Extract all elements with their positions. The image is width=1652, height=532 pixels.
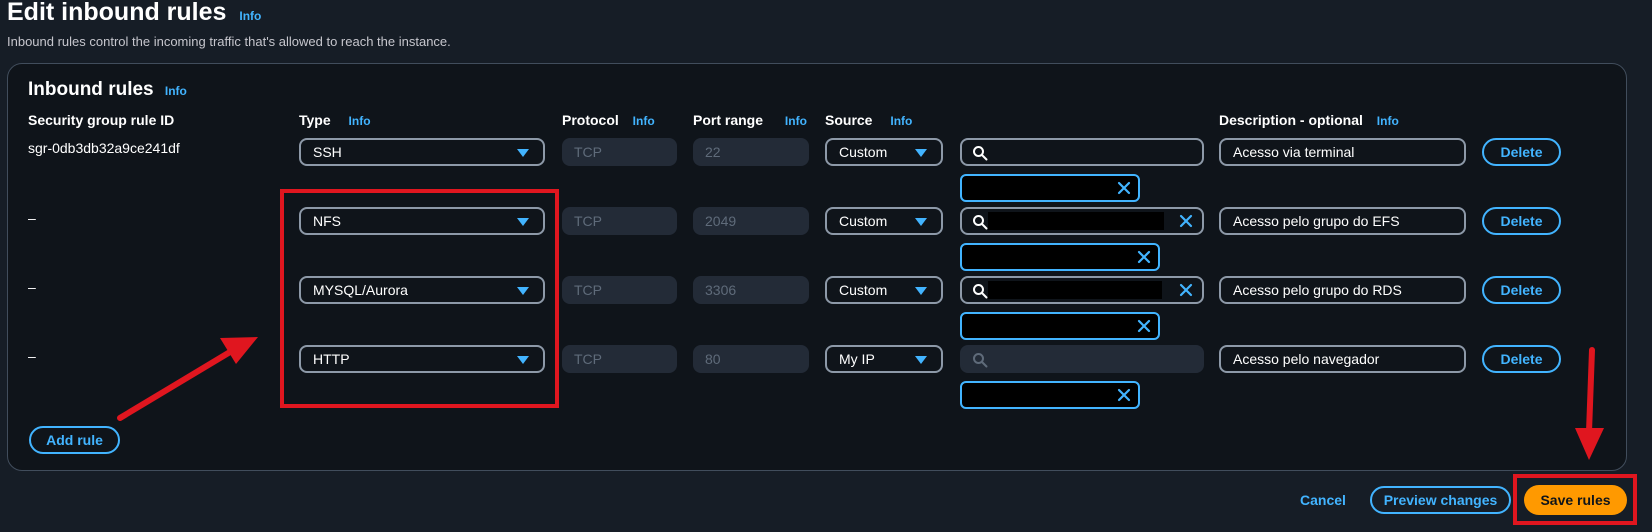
source-info-link[interactable]: Info [890,114,912,128]
type-select[interactable]: SSH [299,138,545,166]
close-icon[interactable] [1136,318,1152,334]
port-range-field: 80 [693,345,809,373]
source-select[interactable]: My IP [825,345,943,373]
column-header-source-text: Source [825,112,873,128]
source-select-value: Custom [839,282,888,298]
type-info-link[interactable]: Info [349,114,371,128]
port-range-field: 3306 [693,276,809,304]
source-token [960,312,1160,340]
source-search-input[interactable] [960,276,1204,304]
delete-button[interactable]: Delete [1482,207,1561,235]
rule-id: – [28,279,36,295]
cancel-button[interactable]: Cancel [1300,492,1346,508]
search-icon [973,353,988,368]
source-select[interactable]: Custom [825,276,943,304]
column-header-type-text: Type [299,112,331,128]
close-icon[interactable] [1136,249,1152,265]
column-header-type: Type Info [299,112,371,128]
search-icon [973,215,988,230]
port-range-field: 2049 [693,207,809,235]
source-search-input[interactable] [960,207,1204,235]
source-search-input [960,345,1204,373]
port-range-field: 22 [693,138,809,166]
column-header-protocol-text: Protocol [562,112,619,128]
close-icon[interactable] [1116,180,1132,196]
source-select[interactable]: Custom [825,207,943,235]
protocol-field: TCP [562,138,677,166]
page-title-text: Edit inbound rules [7,0,227,26]
description-input[interactable]: Acesso pelo navegador [1219,345,1466,373]
add-rule-button[interactable]: Add rule [29,426,120,454]
description-input[interactable]: Acesso pelo grupo do EFS [1219,207,1466,235]
redacted-value [988,212,1164,230]
rule-id: – [28,348,36,364]
rule-id: – [28,210,36,226]
page-title: Edit inbound rules Info [7,0,261,27]
redacted-value [988,281,1162,299]
source-token [960,381,1140,409]
column-header-description-text: Description - optional [1219,112,1363,128]
delete-button[interactable]: Delete [1482,138,1561,166]
source-token [960,174,1140,202]
description-input[interactable]: Acesso via terminal [1219,138,1466,166]
source-select-value: Custom [839,144,888,160]
page-description: Inbound rules control the incoming traff… [7,34,451,49]
column-header-description: Description - optional Info [1219,112,1399,128]
close-icon[interactable] [1116,387,1132,403]
annotation-highlight-box [280,189,559,408]
search-icon [973,146,988,161]
page-info-link[interactable]: Info [239,9,261,23]
column-header-port-range: Port range Info [693,112,807,128]
source-select-value: Custom [839,213,888,229]
close-icon[interactable] [1178,213,1194,229]
source-select-value: My IP [839,351,875,367]
caret-down-icon [915,218,927,226]
protocol-field: TCP [562,276,677,304]
protocol-info-link[interactable]: Info [633,114,655,128]
description-input[interactable]: Acesso pelo grupo do RDS [1219,276,1466,304]
source-select[interactable]: Custom [825,138,943,166]
close-icon[interactable] [1178,282,1194,298]
protocol-field: TCP [562,207,677,235]
caret-down-icon [915,287,927,295]
source-search-input[interactable] [960,138,1204,166]
type-select-value: SSH [313,144,342,160]
caret-down-icon [915,149,927,157]
column-header-port-range-text: Port range [693,112,764,128]
column-header-protocol: Protocol Info [562,112,655,128]
preview-changes-button[interactable]: Preview changes [1370,486,1511,514]
column-header-rule-id: Security group rule ID [28,112,175,128]
annotation-highlight-box [1513,474,1637,525]
caret-down-icon [915,356,927,364]
delete-button[interactable]: Delete [1482,276,1561,304]
search-icon [973,284,988,299]
caret-down-icon [517,149,529,157]
source-token [960,243,1160,271]
rule-id: sgr-0db3db32a9ce241df [28,140,180,156]
port-range-info-link[interactable]: Info [785,114,807,128]
column-header-source: Source Info [825,112,912,128]
protocol-field: TCP [562,345,677,373]
panel-info-link[interactable]: Info [165,84,187,98]
delete-button[interactable]: Delete [1482,345,1561,373]
panel-title: Inbound rules Info [28,79,187,101]
description-info-link[interactable]: Info [1377,114,1399,128]
panel-title-text: Inbound rules [28,79,154,100]
